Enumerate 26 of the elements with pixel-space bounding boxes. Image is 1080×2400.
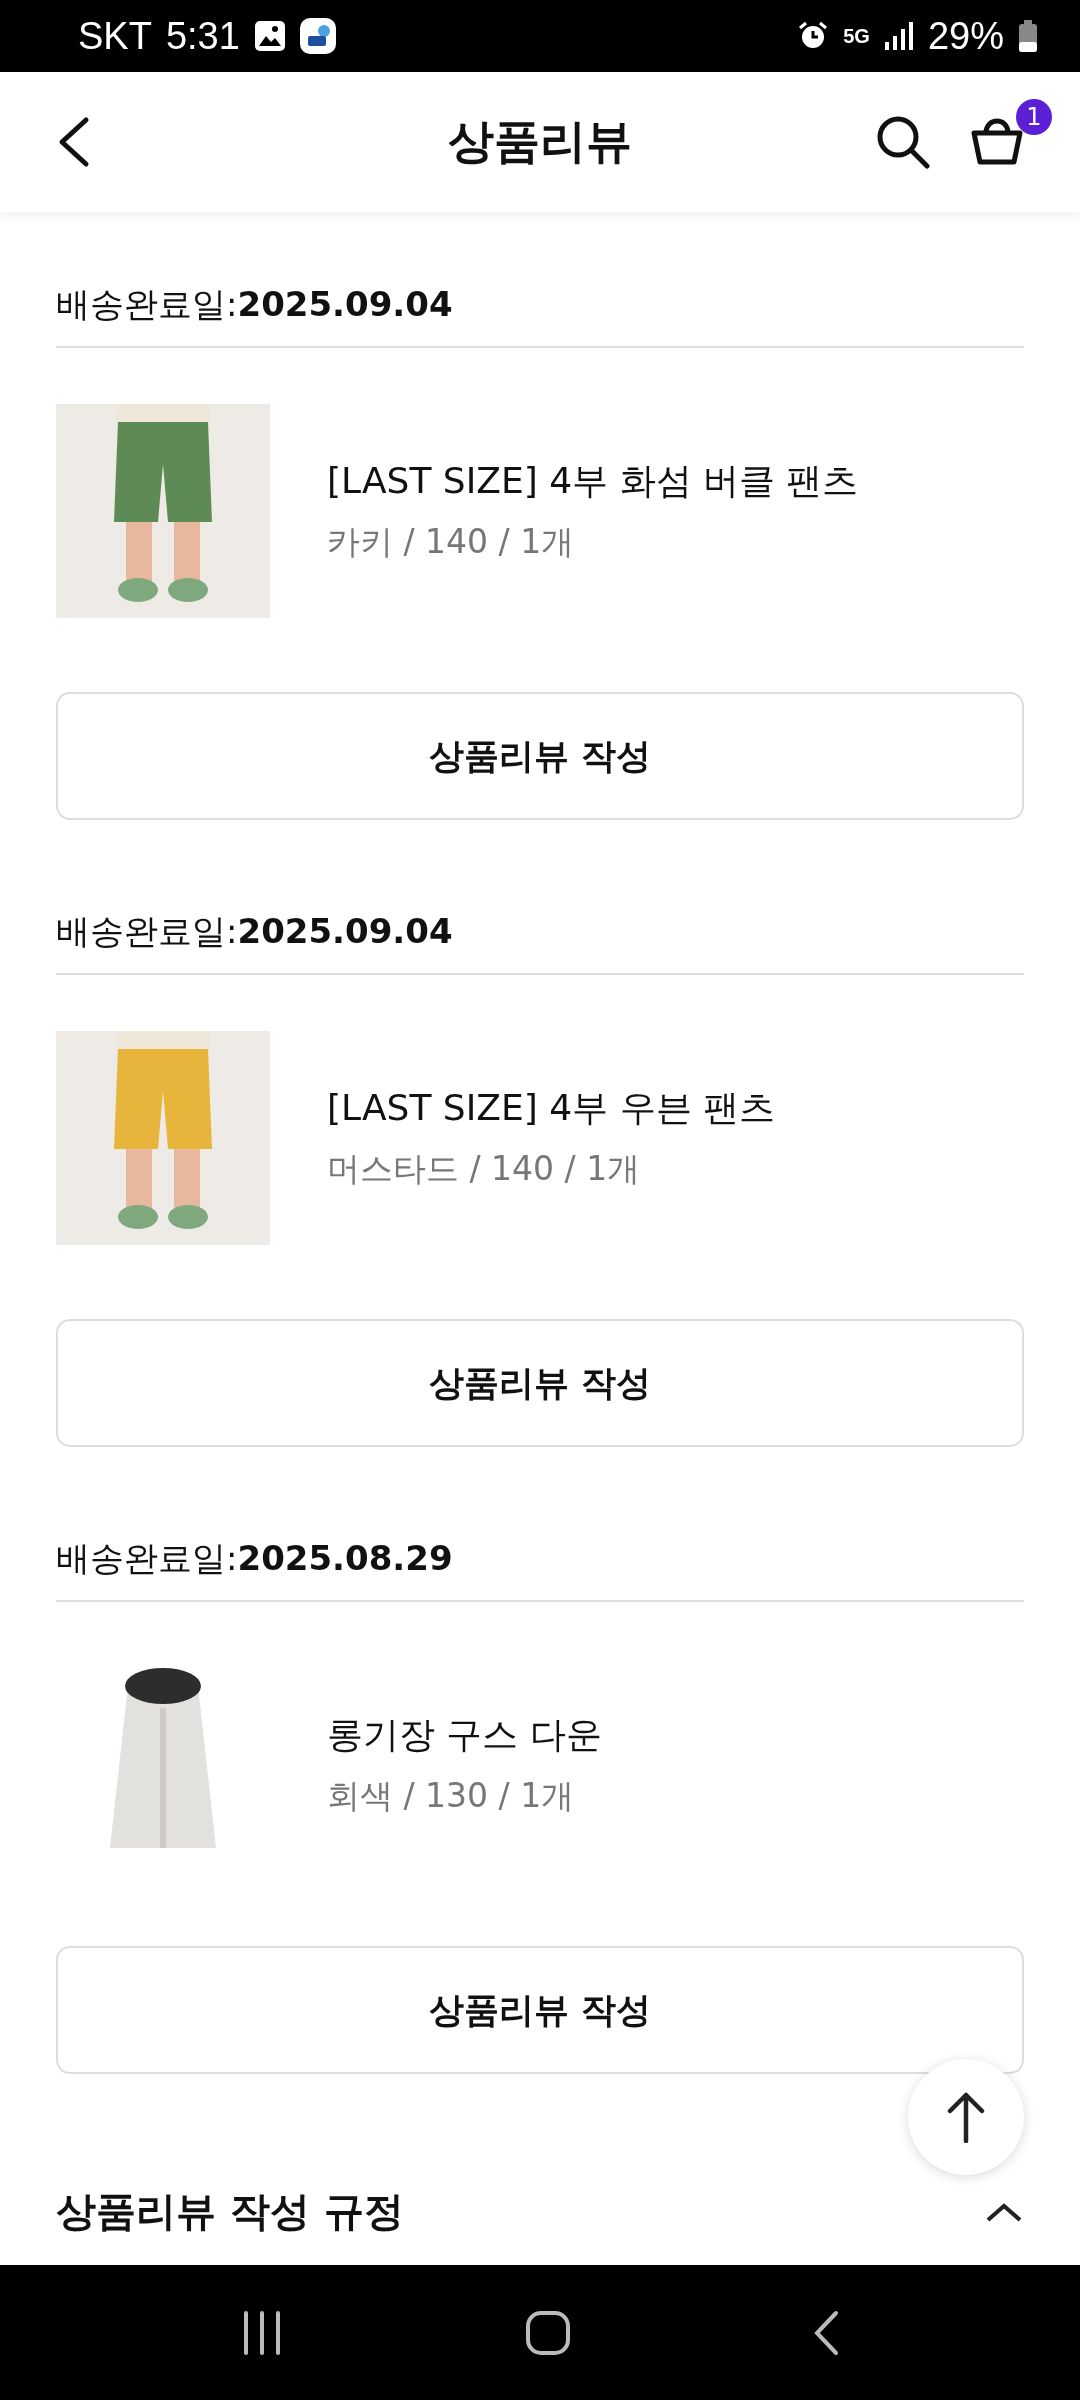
carrier: SKT (78, 14, 152, 58)
clock: 5:31 (165, 14, 240, 58)
signal-icon (883, 22, 914, 50)
product-name: 롱기장 구스 다운 (327, 1713, 602, 1757)
section-heading: 상품리뷰 작성 규정 (56, 2187, 404, 2236)
product-option: 카키 / 140 / 1개 (327, 520, 859, 565)
product-name: [LAST SIZE] 4부 화섬 버클 팬츠 (327, 459, 859, 503)
battery-icon (1018, 20, 1038, 52)
battery-percent: 29% (927, 14, 1004, 58)
delivery-date: 배송완료일:2025.08.29 (56, 1532, 1024, 1602)
write-review-button[interactable]: 상품리뷰 작성 (56, 1946, 1024, 2074)
page-title: 상품리뷰 (448, 113, 632, 170)
search-icon[interactable] (876, 115, 930, 169)
product-option: 회색 / 130 / 1개 (327, 1774, 602, 1819)
write-review-button[interactable]: 상품리뷰 작성 (56, 1319, 1024, 1447)
home-icon[interactable] (525, 2309, 571, 2356)
network-indicator: 5G (843, 24, 870, 48)
product-name: [LAST SIZE] 4부 우븐 팬츠 (327, 1086, 775, 1130)
delivery-date: 배송완료일:2025.09.04 (56, 278, 1024, 348)
cart-count-badge: 1 (1016, 99, 1052, 135)
app-icon (299, 18, 336, 54)
product-option: 머스타드 / 140 / 1개 (327, 1147, 775, 1192)
write-review-button[interactable]: 상품리뷰 작성 (56, 692, 1024, 820)
arrow-up-icon (946, 2091, 986, 2143)
delivery-date: 배송완료일:2025.09.04 (56, 905, 1024, 975)
gallery-icon (253, 20, 286, 52)
